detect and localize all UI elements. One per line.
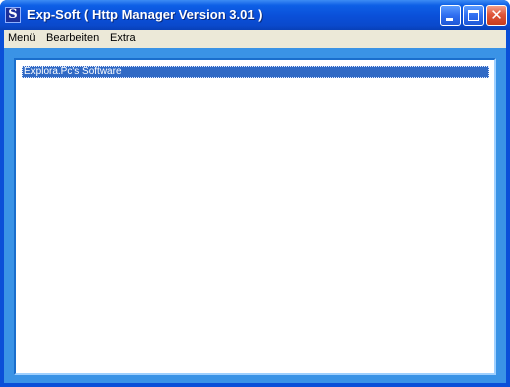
maximize-button[interactable] — [463, 5, 484, 26]
list-panel: Explora.Pc's Software — [14, 58, 496, 375]
minimize-button[interactable] — [440, 5, 461, 26]
close-icon: ✕ — [490, 7, 503, 24]
list-item[interactable]: Explora.Pc's Software — [22, 66, 489, 78]
menu-item-menue[interactable]: Menü — [8, 32, 36, 44]
close-button[interactable]: ✕ — [486, 5, 507, 26]
app-icon[interactable]: S — [5, 7, 21, 23]
software-listbox[interactable]: Explora.Pc's Software — [20, 64, 494, 373]
title-bar[interactable]: S Exp-Soft ( Http Manager Version 3.01 )… — [0, 0, 510, 30]
main-window: S Exp-Soft ( Http Manager Version 3.01 )… — [0, 0, 510, 387]
window-title: Exp-Soft ( Http Manager Version 3.01 ) — [27, 7, 263, 22]
menu-item-bearbeiten[interactable]: Bearbeiten — [46, 32, 99, 44]
maximize-icon — [468, 10, 479, 21]
menu-item-extra[interactable]: Extra — [110, 32, 136, 44]
client-area: Explora.Pc's Software — [4, 48, 506, 383]
menu-bar: Menü Bearbeiten Extra — [4, 30, 506, 48]
minimize-icon — [446, 18, 453, 21]
